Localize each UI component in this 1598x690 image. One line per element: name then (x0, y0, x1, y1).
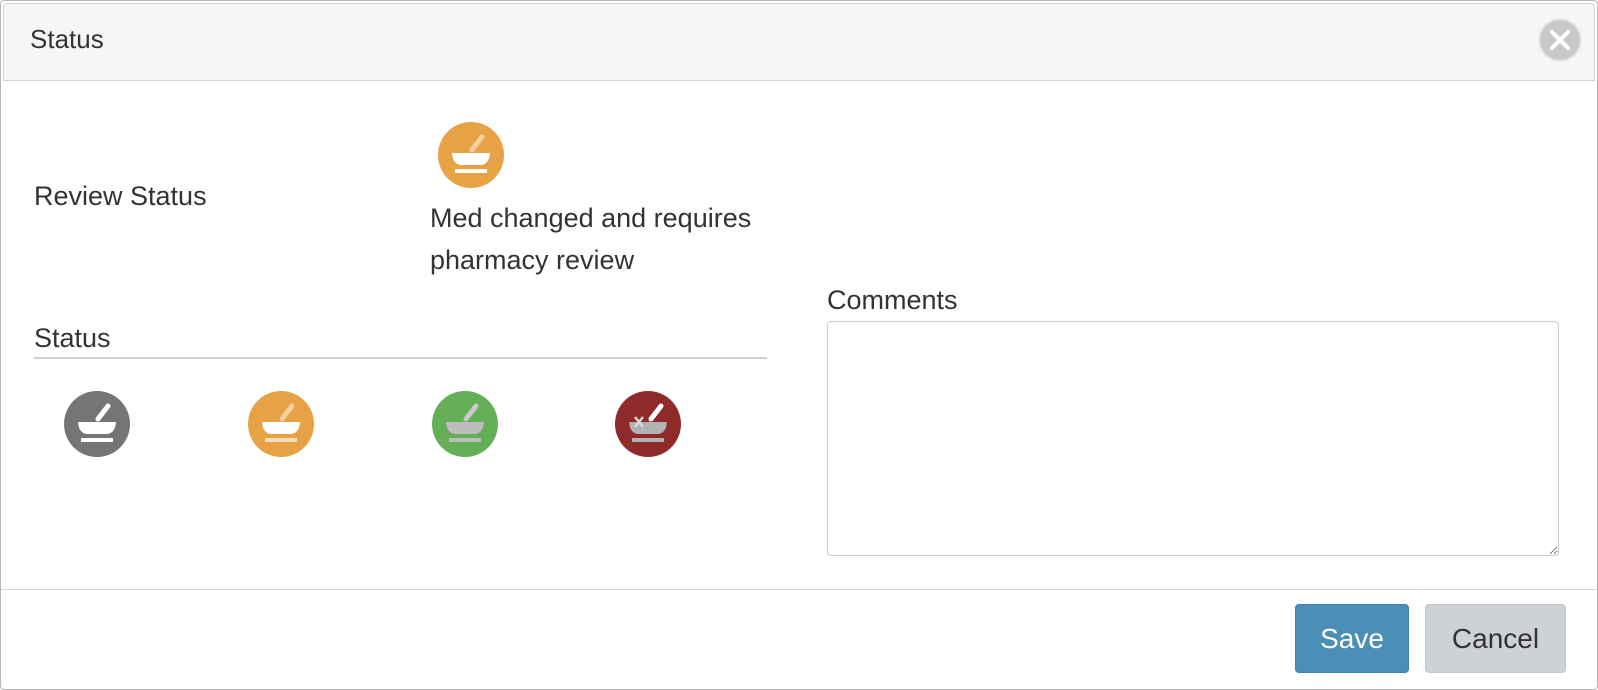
mortar-pestle-x-icon (615, 391, 681, 457)
status-divider (34, 357, 767, 359)
close-icon (1550, 30, 1570, 50)
status-option-rejected[interactable] (615, 391, 681, 457)
footer-divider (1, 589, 1597, 590)
status-option-approved[interactable] (432, 391, 498, 457)
mortar-pestle-icon (432, 391, 498, 457)
mortar-pestle-icon (64, 391, 130, 457)
comments-label: Comments (827, 285, 958, 315)
mortar-pestle-icon (248, 391, 314, 457)
status-option-unreviewed[interactable] (64, 391, 130, 457)
close-button[interactable] (1538, 18, 1582, 62)
review-status-label: Review Status (34, 181, 207, 211)
review-status-text: Med changed and requires pharmacy review (430, 203, 752, 275)
dialog-title: Status (30, 24, 104, 54)
cancel-button[interactable]: Cancel (1425, 604, 1566, 673)
status-option-pending[interactable] (248, 391, 314, 457)
mortar-pestle-pending-icon (438, 122, 504, 193)
status-dialog: Status Review Status Med changed and req… (0, 0, 1598, 690)
comments-textarea[interactable] (827, 321, 1559, 556)
status-legend: Status (34, 323, 111, 353)
dialog-titlebar: Status (3, 3, 1595, 81)
save-button[interactable]: Save (1295, 604, 1409, 673)
